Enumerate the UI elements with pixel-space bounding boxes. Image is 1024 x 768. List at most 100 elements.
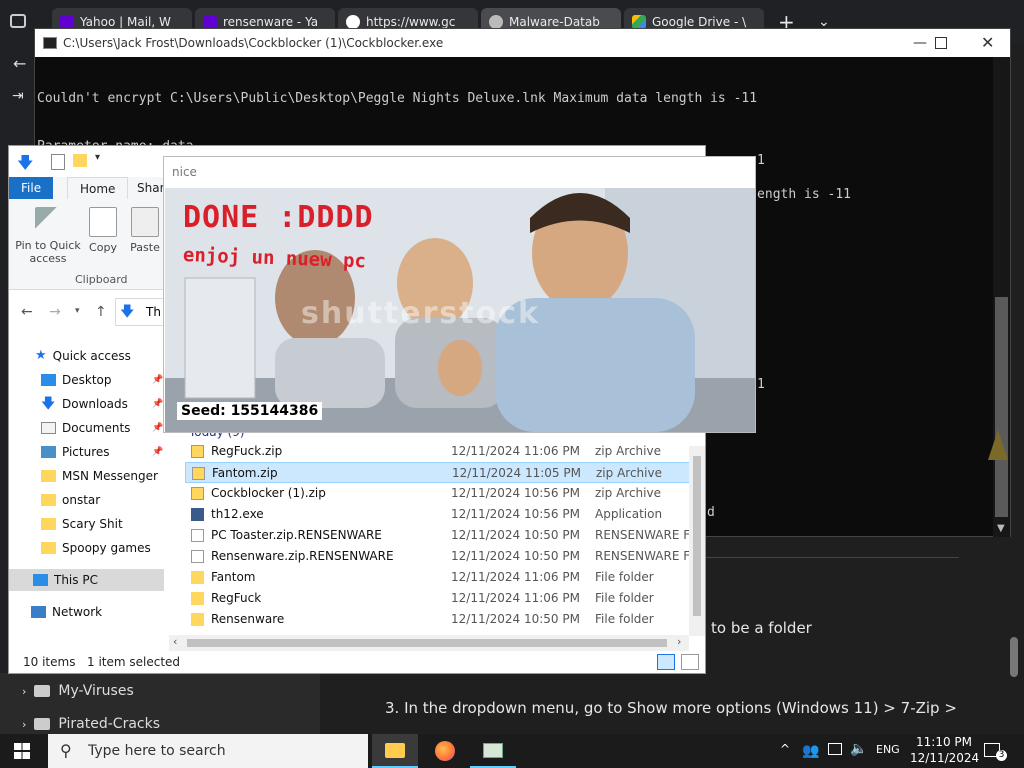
tree-item-network[interactable]: Network [31,601,102,623]
ribbon-tab-file[interactable]: File [9,177,54,199]
taskbar: ⚲ Type here to search ^ 👥 🔈 ENG 11:10 PM… [0,734,1024,768]
network-icon [31,606,46,618]
file-date: 12/11/2024 10:56 PM [451,507,580,521]
ribbon-button-label: Copy [89,241,117,254]
file-row[interactable]: th12.exe 12/11/2024 10:56 PM Application [185,504,695,525]
taskbar-search-box[interactable]: ⚲ Type here to search [48,734,368,768]
console-line: Couldn't encrypt C:\Users\Public\Desktop… [37,91,758,106]
taskbar-file-explorer-button[interactable] [372,734,418,768]
tree-item-downloads[interactable]: 🡇 Downloads [41,393,128,415]
up-arrow-icon[interactable]: ↑ [95,304,107,320]
folder-icon [41,518,56,530]
customize-toolbar-icon[interactable]: ▾ [95,152,100,163]
pin-icon[interactable]: 📌 [152,400,163,409]
tree-item-msn-messenger[interactable]: MSN Messenger [41,465,158,487]
sign-in-icon[interactable]: ⇥ [12,88,24,104]
back-arrow-icon[interactable]: ← [21,304,33,320]
scrollbar-thumb[interactable] [995,297,1008,517]
address-text: Th [146,305,161,319]
file-date: 12/11/2024 10:50 PM [451,549,580,563]
scrollbar-thumb[interactable] [187,639,667,647]
tree-item-label: Documents [62,421,131,435]
file-row[interactable]: RegFuck 12/11/2024 11:06 PM File folder [185,588,695,609]
pin-icon[interactable]: 📌 [152,424,163,433]
tree-item-label: Network [52,605,103,619]
taskbar-firefox-button[interactable] [422,734,468,768]
scroll-down-arrow-icon[interactable]: ▼ [997,523,1005,534]
minimize-icon[interactable]: — [913,29,927,57]
nice-popup-window[interactable]: nice DONE :DDDD enjoj un nuew pc shutter… [163,156,756,433]
paste-button[interactable]: Paste [123,207,167,254]
file-name: RegFuck [211,591,262,605]
file-type: File folder [595,612,654,626]
tree-item-documents[interactable]: Documents [41,417,130,439]
desktop-pet-icon[interactable] [988,430,1008,460]
file-date: 12/11/2024 11:06 PM [451,591,580,605]
search-placeholder: Type here to search [88,743,226,759]
network-icon[interactable] [828,743,842,755]
file-row[interactable]: Cockblocker (1).zip 12/11/2024 10:56 PM … [185,483,695,504]
page-scrollbar[interactable] [1010,637,1018,677]
browser-window-icon[interactable] [10,14,26,28]
file-row-selected[interactable]: Fantom.zip 12/11/2024 11:05 PM zip Archi… [185,462,695,483]
taskbar-console-button[interactable] [470,734,516,768]
documents-icon [41,422,56,434]
pin-icon[interactable]: 📌 [152,376,163,385]
large-icons-view-icon[interactable] [681,654,699,670]
file-row[interactable]: Fantom 12/11/2024 11:06 PM File folder [185,567,695,588]
tree-item-label: Scary Shit [62,517,123,531]
file-row[interactable]: RegFuck.zip 12/11/2024 11:06 PM zip Arch… [185,441,695,462]
tree-item-spoopy-games[interactable]: Spoopy games [41,537,151,559]
pin-quick-access-button[interactable]: Pin to Quick access [13,207,83,265]
tree-item-scary-shit[interactable]: Scary Shit [41,513,123,535]
file-row[interactable]: Rensenware 12/11/2024 10:50 PM File fold… [185,609,695,630]
yahoo-icon [60,15,74,29]
tree-item-pictures[interactable]: Pictures [41,441,110,463]
scroll-left-arrow-icon[interactable]: ‹ [173,635,177,648]
clock-time[interactable]: 11:10 PM [916,735,972,749]
tree-item-quick-access[interactable]: ★ Quick access [35,345,131,367]
forward-arrow-icon[interactable]: → [49,304,61,320]
google-drive-icon [632,15,646,29]
scrollbar-thumb[interactable] [693,456,701,616]
file-row[interactable]: Rensenware.zip.RENSENWARE 12/11/2024 10:… [185,546,703,567]
page-text-line: to be a folder [711,619,812,637]
tree-item-onstar[interactable]: onstar [41,489,100,511]
desktop-icon [41,374,56,386]
scroll-right-arrow-icon[interactable]: › [677,635,681,648]
volume-icon[interactable]: 🔈 [850,741,867,757]
language-indicator[interactable]: ENG [876,743,900,756]
new-folder-icon[interactable] [73,154,87,167]
maximize-icon[interactable] [935,37,947,49]
copy-button[interactable]: Copy [81,207,125,254]
console-scrollbar[interactable]: ▼ [993,57,1010,537]
pin-icon[interactable]: 📌 [152,448,163,457]
close-icon[interactable]: ✕ [981,29,994,57]
vertical-scrollbar[interactable] [689,446,705,636]
tree-item-my-viruses[interactable]: › My-Viruses [22,683,134,699]
details-view-icon[interactable] [657,654,675,670]
zip-archive-icon [191,487,204,500]
ribbon-tab-home[interactable]: Home [67,177,129,200]
popup-title: nice [172,165,197,179]
back-arrow-icon[interactable]: ← [13,54,26,73]
console-title-bar[interactable]: C:\Users\Jack Frost\Downloads\Cockblocke… [35,29,1010,57]
file-row[interactable]: PC Toaster.zip.RENSENWARE 12/11/2024 10:… [185,525,703,546]
folder-icon [34,718,51,730]
show-hidden-icons-chevron-icon[interactable]: ^ [780,742,790,756]
downloads-icon: 🡇 [41,396,56,412]
windows-start-icon[interactable] [14,743,30,759]
clock-date[interactable]: 12/11/2024 [910,751,979,765]
tree-item-this-pc[interactable]: This PC [9,569,164,591]
down-arrow-icon[interactable]: 🡇 [17,152,33,179]
tree-item-desktop[interactable]: Desktop [41,369,112,391]
address-bar[interactable]: 🡇 Th [115,298,164,326]
horizontal-scrollbar[interactable]: ‹ › [169,635,689,651]
properties-icon[interactable] [51,154,65,170]
zip-archive-icon [191,445,204,458]
recent-locations-chevron-icon[interactable]: ▾ [75,306,80,316]
pictures-icon [41,446,56,458]
tree-item-label: MSN Messenger [62,469,158,483]
tree-item-pirated-cracks[interactable]: › Pirated-Cracks [22,716,160,732]
people-icon[interactable]: 👥 [802,743,819,759]
